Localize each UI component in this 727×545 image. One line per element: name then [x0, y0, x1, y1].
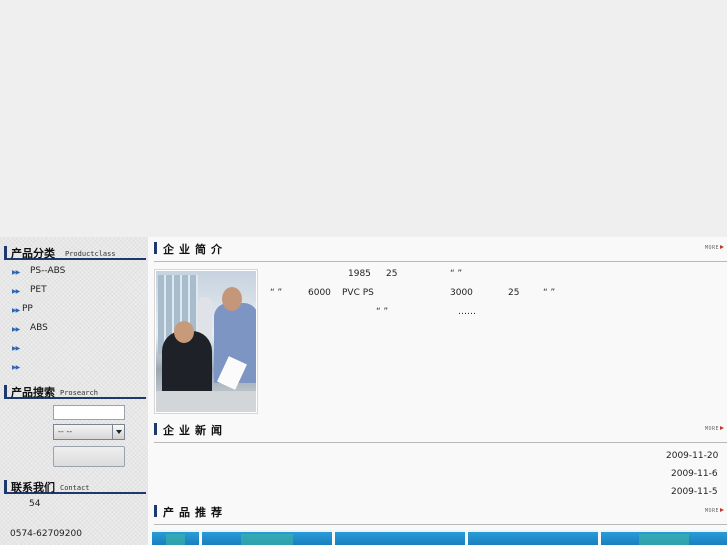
search-button[interactable]: [53, 446, 125, 467]
contact-title: 联系我们: [11, 481, 55, 494]
header-bar-marker: [154, 423, 157, 435]
contact-phone: 0574-62709200: [10, 529, 82, 539]
product-class-title: 产品分类: [11, 247, 55, 260]
intro-materials: PVC PS: [342, 288, 374, 298]
business-meeting-image: [156, 271, 256, 412]
intro-ellipsis: ……: [458, 307, 476, 317]
products-header: 产品推荐 MORE: [154, 501, 727, 525]
product-search-subtitle: Prosearch: [60, 389, 98, 397]
intro-quote: “ ”: [450, 269, 463, 279]
products-title: 产品推荐: [163, 506, 227, 519]
contact-header: 联系我们 Contact: [4, 476, 146, 494]
intro-quote: “ ”: [543, 288, 556, 298]
product-class-subtitle: Productclass: [65, 250, 116, 258]
category-item-5[interactable]: ▶▶: [0, 341, 146, 357]
top-banner: [0, 0, 727, 237]
news-header: 企业新闻 MORE: [154, 419, 727, 443]
intro-number: 25: [508, 288, 520, 298]
category-item-pp[interactable]: ▶▶ PP: [0, 303, 146, 319]
about-title: 企业简介: [163, 243, 227, 256]
intro-year: 1985: [348, 269, 371, 279]
product-thumbnail[interactable]: [335, 530, 465, 545]
about-header: 企业简介 MORE: [154, 238, 727, 262]
double-arrow-icon: ▶▶: [12, 269, 20, 276]
news-title: 企业新闻: [163, 424, 227, 437]
header-bar-marker: [4, 480, 7, 492]
product-search-title: 产品搜索: [11, 386, 55, 399]
chevron-down-icon[interactable]: [112, 425, 124, 439]
category-label: PET: [30, 285, 47, 295]
product-thumbnail[interactable]: [202, 530, 332, 545]
intro-number: 6000: [308, 288, 331, 298]
category-label: ABS: [30, 323, 48, 333]
intro-quote: “ ”: [376, 307, 389, 317]
double-arrow-icon: ▶▶: [12, 345, 20, 352]
intro-number: 3000: [450, 288, 473, 298]
search-keyword-input[interactable]: [53, 405, 125, 420]
header-bar-marker: [154, 505, 157, 517]
news-date: 2009-11-5: [671, 487, 718, 497]
contact-subtitle: Contact: [60, 484, 90, 492]
header-bar-marker: [4, 385, 7, 397]
header-bar-marker: [4, 246, 7, 258]
double-arrow-icon: ▶▶: [12, 307, 20, 314]
category-item-pet[interactable]: ▶▶ PET: [0, 284, 146, 300]
search-category-select[interactable]: -- --: [53, 424, 125, 440]
category-item-abs[interactable]: ▶▶ ABS: [0, 322, 146, 338]
category-item-ps-abs[interactable]: ▶▶ PS--ABS: [0, 265, 146, 281]
news-date: 2009-11-20: [666, 451, 719, 461]
product-search-header: 产品搜索 Prosearch: [4, 381, 146, 399]
product-thumbnail[interactable]: [601, 530, 727, 545]
news-more-link[interactable]: MORE: [705, 426, 725, 432]
category-item-6[interactable]: ▶▶: [0, 360, 146, 376]
product-thumbnail[interactable]: [468, 530, 598, 545]
double-arrow-icon: ▶▶: [12, 364, 20, 371]
intro-quote: “ ”: [270, 288, 283, 298]
double-arrow-icon: ▶▶: [12, 326, 20, 333]
product-thumbnail[interactable]: [152, 530, 199, 545]
intro-number: 25: [386, 269, 398, 279]
contact-address: 54: [29, 499, 41, 509]
about-more-link[interactable]: MORE: [705, 245, 725, 251]
category-label: PP: [22, 304, 33, 314]
products-more-link[interactable]: MORE: [705, 508, 725, 514]
category-label: PS--ABS: [30, 266, 66, 276]
double-arrow-icon: ▶▶: [12, 288, 20, 295]
company-photo: [154, 269, 258, 414]
search-select-value: -- --: [58, 427, 73, 436]
product-class-header: 产品分类 Productclass: [4, 242, 146, 260]
news-date: 2009-11-6: [671, 469, 718, 479]
header-bar-marker: [154, 242, 157, 254]
